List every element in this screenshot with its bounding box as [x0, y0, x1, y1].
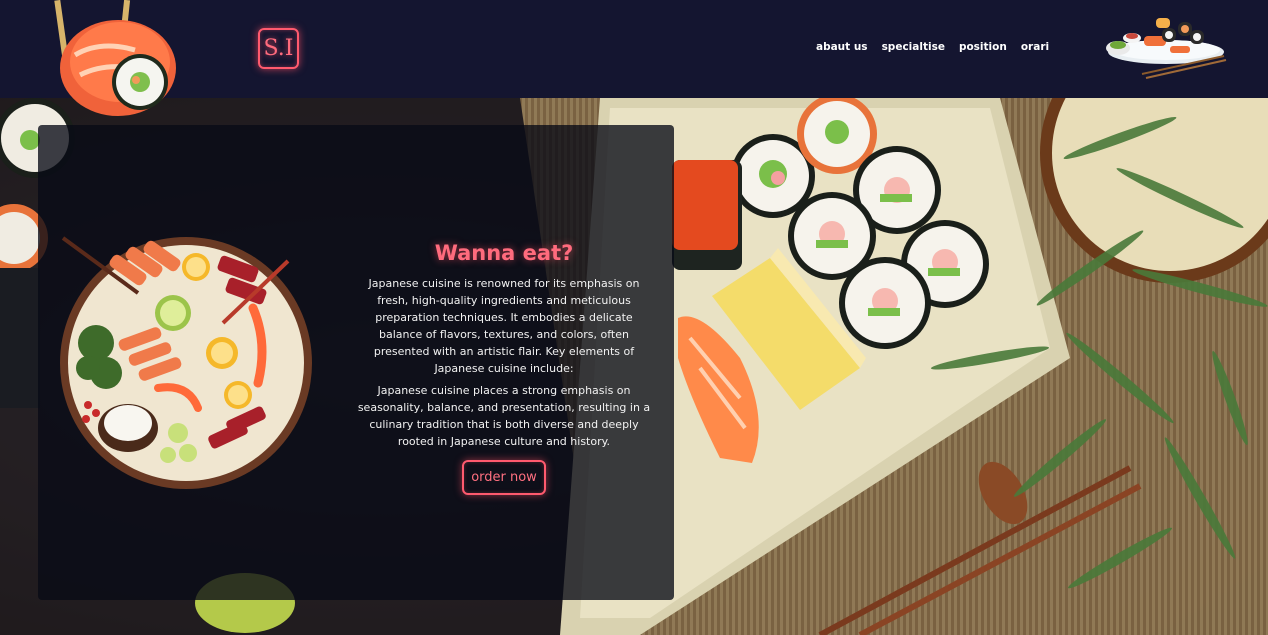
intro-paragraph-1: Japanese cuisine is renowned for its emp…: [368, 277, 640, 375]
hero-title: Wanna eat?: [434, 241, 574, 265]
nav-link-hours[interactable]: orari: [1021, 41, 1049, 53]
intro-paragraph-2: Japanese cuisine places a strong emphasi…: [357, 384, 651, 448]
header-bar: S.I abaut us specialtise position orari: [0, 0, 1268, 98]
order-now-button[interactable]: order now: [462, 460, 546, 495]
sushi-plate-image: [1106, 18, 1227, 79]
sushi-roll-image: [54, 0, 176, 116]
intro-card: Wanna eat? Japanese cuisine is renowned …: [38, 125, 674, 600]
nav-link-position[interactable]: position: [959, 41, 1007, 53]
intro-text: Wanna eat? Japanese cuisine is renowned …: [353, 241, 655, 495]
food-bowl-illustration: [60, 236, 312, 489]
logo[interactable]: S.I: [258, 28, 299, 69]
nav-link-specialties[interactable]: specialtise: [882, 41, 945, 53]
main-nav: abaut us specialtise position orari: [816, 41, 1049, 53]
nav-link-about-us[interactable]: abaut us: [816, 41, 868, 53]
